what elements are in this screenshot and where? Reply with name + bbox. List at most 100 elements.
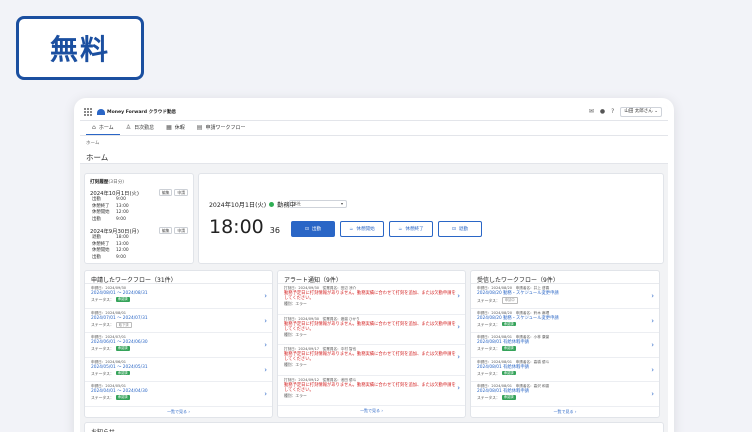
status-badge: 承認済 <box>501 346 516 351</box>
stamp-row: 出勤 9:00 <box>92 254 126 260</box>
stamp-day: 2024年10月1日(火) 編集 申請 出勤 9:00 休憩終了 13:00 休憩開… <box>90 189 188 223</box>
workflow-item[interactable]: 申請日：2024/07/01 2024/06/01 ～ 2024/06/30 ス… <box>85 333 272 358</box>
status-badge: 取下済 <box>115 321 132 328</box>
received-workflow-title: 受信したワークフロー（9件） <box>477 277 559 284</box>
notice-panel: お知らせ <box>84 422 664 432</box>
chevron-right-icon: › <box>651 365 654 374</box>
panels-row: 申請したワークフロー（31件） 申請日：2024/09/30 2024/08/0… <box>84 270 664 418</box>
status-badge: 申請中 <box>501 297 518 304</box>
nav-leave-label: 休暇 <box>174 125 185 131</box>
status-badge: 承認済 <box>115 297 130 302</box>
status-badge: 承認済 <box>115 395 130 400</box>
top-row: 打刻履歴(3日分) 2024年10月1日(火) 編集 申請 出勤 9:00 休憩終… <box>84 173 664 264</box>
stamp-history-title: 打刻履歴(3日分) <box>90 180 125 185</box>
page-title: ホーム <box>86 153 109 162</box>
nav-daily-attendance[interactable]: ♙ 日次勤怠 <box>120 120 160 135</box>
clock-in-button[interactable]: ⊡ 出勤 <box>291 221 335 237</box>
received-workflow-panel: 受信したワークフロー（9件） 申請日：2024/08/20 申請者名：井上 啓喜… <box>470 270 660 418</box>
chevron-right-icon: › <box>457 383 460 392</box>
chevron-down-icon: ▾ <box>340 201 343 206</box>
chevron-right-icon: › <box>457 353 460 361</box>
clock-out-button[interactable]: ⊡ 退勤 <box>438 221 482 237</box>
alert-item[interactable]: 打刻日：2024/09/30 従業員名：田辺 涼介 勤務予定日に打刻情報がありま… <box>278 284 465 315</box>
clock-date: 2024年10月1日(火) 勤務中 <box>209 202 296 209</box>
received-item[interactable]: 申請日：2024/08/01 申請者名：小林 康豪 2024/08/01 有給休… <box>471 333 659 358</box>
breadcrumb[interactable]: ホーム <box>86 140 662 146</box>
status-badge: 承認済 <box>501 395 516 400</box>
status-badge: 承認済 <box>501 321 516 327</box>
received-item[interactable]: 申請日：2024/08/20 申請者名：鈴木 麻理 2024/08/20 勤務・… <box>471 309 659 333</box>
alert-panel: アラート通知（9件） 打刻日：2024/09/30 従業員名：田辺 涼介 勤務予… <box>277 270 466 418</box>
chevron-right-icon: › <box>264 390 267 398</box>
chevron-right-icon: › <box>457 322 460 331</box>
alert-title: アラート通知（9件） <box>284 277 342 284</box>
chevron-down-icon: ⌄ <box>654 109 658 114</box>
chevron-right-icon: › <box>264 365 267 374</box>
top-bar: Money Forward クラウド勤怠 ✉ ● ? 山田 太郎さん ⌄ <box>80 104 668 121</box>
clock-in-icon: ⊡ <box>304 226 309 232</box>
user-menu[interactable]: 山田 太郎さん ⌄ <box>620 107 662 117</box>
request-button[interactable]: 申請 <box>174 189 188 196</box>
workflow-item[interactable]: 申請日：2024/09/30 2024/08/01 ～ 2024/08/31 ス… <box>85 284 272 309</box>
app-screenshot-frame: Money Forward クラウド勤怠 ✉ ● ? 山田 太郎さん ⌄ ⌂ ホ… <box>74 98 674 432</box>
break-start-icon: ☕ <box>349 226 354 232</box>
current-seconds: 36 <box>269 226 280 235</box>
workflow-item[interactable]: 申請日：2024/05/01 2024/04/01 ～ 2024/04/30 ス… <box>85 382 272 407</box>
clock-out-icon: ⊡ <box>451 226 456 232</box>
request-button[interactable]: 申請 <box>174 227 188 234</box>
received-item[interactable]: 申請日：2024/08/01 申請者名：高沢 和香 2024/08/01 有給休… <box>471 382 659 407</box>
see-all-link[interactable]: 一覧で見る › <box>278 406 465 415</box>
chevron-right-icon: › <box>264 316 267 325</box>
main-nav: ⌂ ホーム ♙ 日次勤怠 ▦ 休暇 ▤ 申請ワークフロー <box>80 121 668 136</box>
megaphone-icon[interactable]: ✉ <box>589 107 594 117</box>
chevron-right-icon: › <box>651 341 654 349</box>
nav-leave[interactable]: ▦ 休暇 <box>160 120 191 135</box>
see-all-link[interactable]: 一覧で見る › <box>85 407 272 416</box>
alert-item[interactable]: 打刻日：2024/09/12 従業員名：池田 優斗 勤務予定日に打刻情報がありま… <box>278 376 465 406</box>
status-dot-icon <box>269 202 275 207</box>
workflow-item[interactable]: 申請日：2024/08/01 2024/07/01 ～ 2024/07/31 ス… <box>85 309 272 333</box>
help-icon[interactable]: ? <box>611 107 614 117</box>
edit-button[interactable]: 編集 <box>158 227 173 234</box>
current-time: 18:00 36 <box>209 216 280 238</box>
nav-workflow[interactable]: ▤ 申請ワークフロー <box>191 120 252 135</box>
chevron-right-icon: › <box>651 292 654 300</box>
free-badge-label: 無料 <box>49 33 110 66</box>
location-select[interactable]: 本社 ▾ <box>289 200 347 208</box>
alert-item[interactable]: 打刻日：2024/09/30 従業員名：渡邉 ひかり 勤務予定日に打刻情報があり… <box>278 315 465 345</box>
alert-item[interactable]: 打刻日：2024/09/17 従業員名：中村 智也 勤務予定日に打刻情報がありま… <box>278 345 465 376</box>
top-right-tools: ✉ ● ? 山田 太郎さん ⌄ <box>589 107 662 117</box>
brand-name: Money Forward クラウド勤怠 <box>107 110 177 115</box>
chevron-right-icon: › <box>264 292 267 300</box>
free-badge: 無料 <box>16 16 144 80</box>
received-item[interactable]: 申請日：2024/08/20 申請者名：井上 啓喜 2024/08/20 勤務・… <box>471 284 659 309</box>
nav-daily-label: 日次勤怠 <box>134 125 155 131</box>
edit-button[interactable]: 編集 <box>158 189 173 196</box>
nav-workflow-label: 申請ワークフロー <box>205 125 246 131</box>
stamp-day: 2024年9月30日(月) 編集 申請 退勤 18:00 休憩終了 13:00 休憩… <box>90 227 188 261</box>
chevron-right-icon: › <box>264 341 267 349</box>
workflow-icon: ▤ <box>196 124 203 131</box>
person-icon: ♙ <box>125 124 132 131</box>
see-all-link[interactable]: 一覧で見る › <box>471 407 659 416</box>
calendar-icon: ▦ <box>166 124 172 131</box>
received-item[interactable]: 申請日：2024/08/01 申請者名：高橋 優斗 2024/08/01 有給休… <box>471 358 659 382</box>
workflow-item[interactable]: 申請日：2024/06/01 2024/05/01 ～ 2024/05/31 ス… <box>85 358 272 382</box>
stamp-row: 出勤 9:00 <box>92 216 126 222</box>
page-header: ホーム ホーム <box>80 136 668 164</box>
break-end-icon: ☕ <box>398 226 403 232</box>
chevron-right-icon: › <box>651 390 654 398</box>
app-switcher-icon[interactable] <box>84 108 92 116</box>
nav-home-label: ホーム <box>98 124 114 131</box>
break-start-button[interactable]: ☕ 休憩開始 <box>340 221 384 237</box>
stamp-history-card: 打刻履歴(3日分) 2024年10月1日(火) 編集 申請 出勤 9:00 休憩終… <box>84 173 194 264</box>
status-badge: 承認済 <box>115 370 130 376</box>
submitted-workflow-panel: 申請したワークフロー（31件） 申請日：2024/09/30 2024/08/0… <box>84 270 273 418</box>
break-end-button[interactable]: ☕ 休憩終了 <box>389 221 433 237</box>
user-menu-label: 山田 太郎さん <box>624 109 653 114</box>
nav-home[interactable]: ⌂ ホーム <box>86 120 120 135</box>
bell-icon[interactable]: ● <box>600 107 605 117</box>
time-clock-card: 2024年10月1日(火) 勤務中 本社 ▾ 18:00 36 ⊡ 出勤 ☕ 休憩開始 … <box>198 173 664 264</box>
notice-title: お知らせ <box>85 423 663 432</box>
home-icon: ⌂ <box>92 123 96 131</box>
